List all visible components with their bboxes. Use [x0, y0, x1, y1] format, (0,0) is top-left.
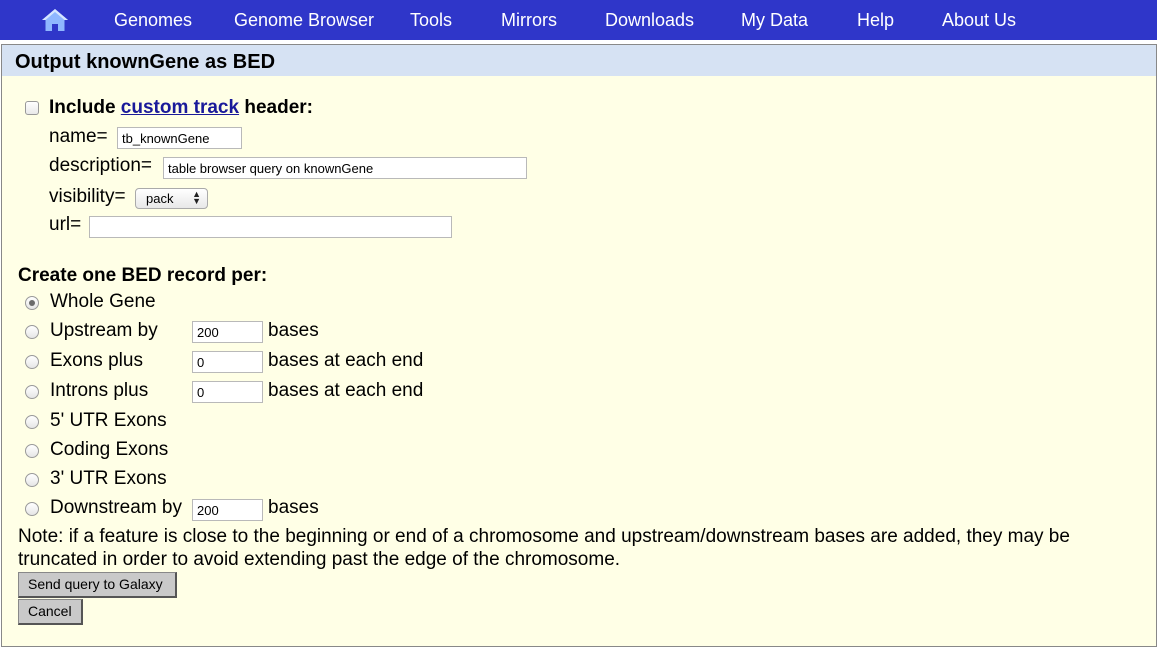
nav-about-us[interactable]: About Us: [942, 10, 1016, 30]
note-text-line-2: truncated in order to avoid extending pa…: [18, 549, 621, 570]
nav-help[interactable]: Help: [857, 10, 894, 30]
radio-introns-plus[interactable]: [25, 385, 39, 399]
include-header-checkbox[interactable]: [25, 101, 39, 115]
radio-coding-exons[interactable]: [25, 444, 39, 458]
note-text-line-1: Note: if a feature is close to the begin…: [18, 526, 1070, 547]
nav-tools[interactable]: Tools: [410, 10, 452, 30]
exons-plus-suffix: bases at each end: [268, 350, 424, 371]
send-to-galaxy-button[interactable]: Send query to Galaxy: [18, 572, 177, 598]
nav-my-data[interactable]: My Data: [741, 10, 808, 30]
visibility-select[interactable]: pack ▲ ▼: [135, 188, 208, 209]
option-label-coding-exons: Coding Exons: [50, 439, 169, 460]
upstream-suffix: bases: [268, 320, 319, 341]
nav-genome-browser[interactable]: Genome Browser: [234, 10, 374, 30]
include-header-label: Include custom track header:: [49, 97, 313, 119]
name-input[interactable]: [117, 127, 242, 149]
panel-header: Output knownGene as BED: [2, 45, 1156, 76]
description-label: description=: [49, 155, 152, 176]
radio-downstream[interactable]: [25, 502, 39, 516]
downstream-bases-input[interactable]: [192, 499, 263, 521]
radio-5-utr-exons[interactable]: [25, 415, 39, 429]
downstream-suffix: bases: [268, 497, 319, 518]
radio-exons-plus[interactable]: [25, 355, 39, 369]
nav-genomes[interactable]: Genomes: [114, 10, 192, 30]
select-arrows-icon: ▲ ▼: [192, 189, 201, 206]
home-icon[interactable]: [41, 8, 69, 32]
visibility-value: pack: [146, 191, 174, 206]
option-label-3-utr-exons: 3' UTR Exons: [50, 468, 167, 489]
option-label-introns-plus: Introns plus: [50, 380, 149, 401]
option-label-upstream: Upstream by: [50, 320, 158, 341]
exons-plus-input[interactable]: [192, 351, 263, 373]
option-label-whole-gene: Whole Gene: [50, 291, 156, 312]
output-panel: Output knownGene as BED Include custom t…: [1, 44, 1157, 647]
visibility-label: visibility=: [49, 186, 126, 207]
option-label-5-utr-exons: 5' UTR Exons: [50, 410, 167, 431]
custom-track-link[interactable]: custom track: [121, 97, 239, 118]
url-input[interactable]: [89, 216, 452, 238]
url-label: url=: [49, 214, 82, 235]
nav-downloads[interactable]: Downloads: [605, 10, 694, 30]
radio-whole-gene[interactable]: [25, 296, 39, 310]
include-prefix: Include: [49, 97, 116, 118]
page-title: Output knownGene as BED: [15, 51, 276, 73]
cancel-button[interactable]: Cancel: [18, 599, 83, 625]
record-heading: Create one BED record per:: [18, 265, 268, 286]
introns-plus-suffix: bases at each end: [268, 380, 424, 401]
description-input[interactable]: [163, 157, 527, 179]
include-suffix: header:: [244, 97, 313, 118]
radio-upstream[interactable]: [25, 325, 39, 339]
option-label-downstream: Downstream by: [50, 497, 182, 518]
top-nav-bar: Genomes Genome Browser Tools Mirrors Dow…: [0, 0, 1157, 40]
radio-3-utr-exons[interactable]: [25, 473, 39, 487]
option-label-exons-plus: Exons plus: [50, 350, 143, 371]
name-label: name=: [49, 126, 108, 147]
nav-mirrors[interactable]: Mirrors: [501, 10, 557, 30]
upstream-bases-input[interactable]: [192, 321, 263, 343]
introns-plus-input[interactable]: [192, 381, 263, 403]
